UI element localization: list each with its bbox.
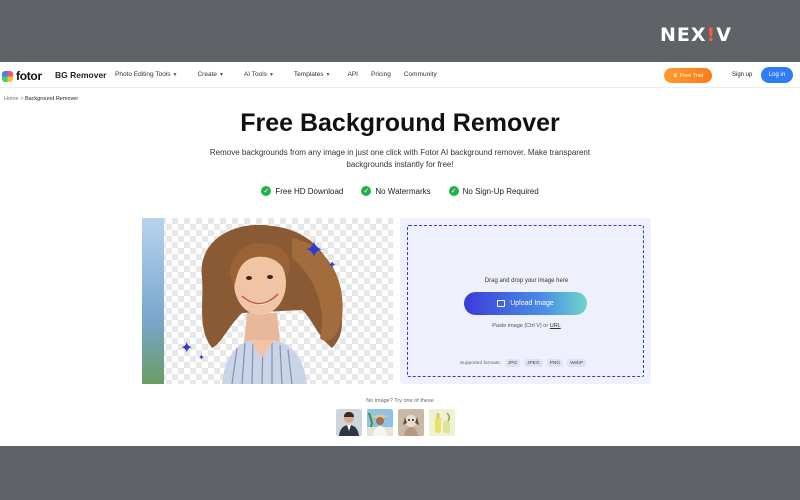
fotor-logo-icon: [2, 70, 13, 82]
top-navigation: fotor BG Remover Photo Editing Tools ▼ Cr…: [0, 62, 800, 88]
upload-panel: Drag and drop your image here Upload Ima…: [400, 218, 651, 384]
menu-community[interactable]: Community: [404, 71, 437, 78]
drop-zone[interactable]: Drag and drop your image here Upload Ima…: [407, 225, 644, 377]
nexiv-watermark-logo: NEX!V: [660, 24, 732, 46]
breadcrumb-current: Background Remover: [24, 96, 79, 102]
page-subtitle: Remove backgrounds from any image in jus…: [209, 148, 591, 169]
sample-prompt: No image? Try one of these: [366, 398, 434, 404]
sparkle-icon: ✦: [328, 260, 337, 271]
feature-item: ✓ No Watermarks: [361, 186, 431, 196]
check-circle-icon: ✓: [361, 186, 372, 196]
log-in-button[interactable]: Log in: [761, 67, 793, 83]
breadcrumb: Home > Background Remover: [4, 96, 79, 102]
top-frame-band: NEX!V: [0, 0, 800, 62]
product-name[interactable]: BG Remover: [55, 70, 107, 80]
menu-api[interactable]: API: [348, 71, 358, 78]
sparkle-icon: ✦: [304, 237, 325, 264]
sample-dog[interactable]: [398, 409, 424, 436]
format-badge: JPEG: [524, 359, 543, 367]
chevron-down-icon: ▼: [219, 71, 224, 78]
sample-images: [336, 409, 460, 436]
menu-ai-tools[interactable]: AI Tools ▼: [244, 71, 274, 78]
main-menu: Photo Editing Tools ▼ Create ▼ AI Tools ▼ T…: [115, 71, 437, 78]
url-link[interactable]: URL: [550, 323, 561, 329]
bottom-frame-band: [0, 446, 800, 500]
format-badge: JPG: [504, 359, 521, 367]
sparkle-icon: ✦: [180, 340, 194, 357]
menu-photo-editing-tools[interactable]: Photo Editing Tools ▼: [115, 71, 177, 78]
crown-icon: ♛: [672, 72, 678, 79]
menu-templates[interactable]: Templates ▼: [294, 71, 331, 78]
breadcrumb-home[interactable]: Home: [4, 96, 19, 102]
chevron-down-icon: ▼: [268, 71, 274, 78]
sparkle-icon: ✦: [198, 353, 205, 362]
sign-up-link[interactable]: Sign up: [732, 72, 752, 78]
chevron-down-icon: ▼: [325, 71, 331, 78]
sample-woman-hat[interactable]: [367, 409, 393, 436]
page-title: Free Background Remover: [240, 109, 560, 137]
menu-pricing[interactable]: Pricing: [371, 71, 391, 78]
fotor-logo[interactable]: fotor: [2, 69, 42, 83]
sample-product-bottles[interactable]: [429, 409, 455, 436]
image-icon: [497, 300, 506, 307]
web-page: fotor BG Remover Photo Editing Tools ▼ Cr…: [0, 62, 800, 446]
sample-man-suit[interactable]: [336, 409, 362, 436]
demo-image-before-after: ✦ ✦ ✦ ✦: [142, 218, 393, 384]
drag-drop-text: Drag and drop your image here: [484, 278, 569, 284]
check-circle-icon: ✓: [261, 186, 272, 196]
menu-create[interactable]: Create ▼: [197, 71, 223, 78]
paste-hint: Paste image (Ctrl V) or URL: [492, 323, 561, 329]
woman-portrait-cutout: [201, 224, 343, 384]
chevron-down-icon: ▼: [172, 71, 178, 78]
free-trial-button[interactable]: ♛ Free Trial: [664, 68, 712, 83]
format-badge: WebP: [567, 359, 587, 367]
feature-item: ✓ No Sign-Up Required: [448, 186, 539, 196]
upload-image-button[interactable]: Upload Image: [464, 292, 587, 315]
supported-formats: Supported formats: JPG JPEG PNG WebP: [460, 359, 587, 367]
feature-item: ✓ Free HD Download: [261, 186, 343, 196]
check-circle-icon: ✓: [448, 186, 459, 196]
feature-list: ✓ Free HD Download ✓ No Watermarks ✓ No Sig…: [0, 186, 800, 196]
format-badge: PNG: [546, 359, 564, 367]
